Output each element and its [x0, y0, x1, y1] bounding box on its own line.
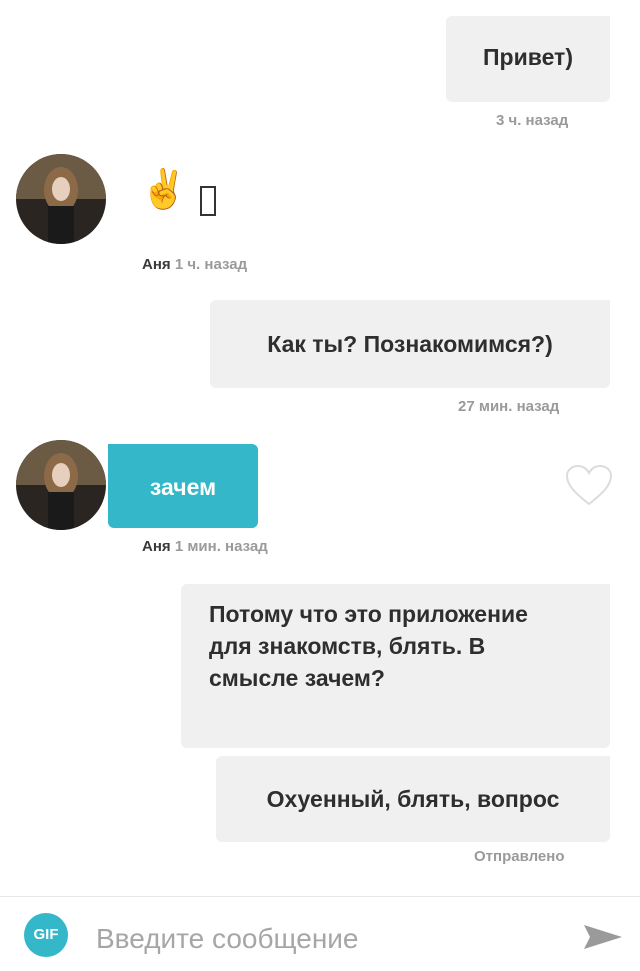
message-timestamp: 1 мин. назад — [174, 538, 268, 555]
message-text: зачем — [149, 474, 217, 500]
missing-glyph-icon — [200, 186, 216, 216]
message-meta: Аня 1 мин. назад — [142, 538, 268, 555]
heart-icon[interactable] — [565, 464, 613, 506]
outgoing-message-bubble[interactable]: Охуенный, блять, вопрос — [216, 756, 610, 842]
peace-emoji: ✌️ — [140, 169, 188, 211]
outgoing-message-bubble[interactable]: Потому что это приложение для знакомств,… — [181, 584, 610, 748]
message-input[interactable] — [96, 919, 556, 959]
incoming-message-bubble[interactable]: зачем — [108, 444, 258, 528]
message-text: Как ты? Познакомимся?) — [267, 331, 553, 357]
send-icon[interactable] — [582, 919, 624, 955]
avatar[interactable] — [16, 440, 106, 530]
gif-button[interactable]: GIF — [24, 913, 68, 957]
outgoing-message-bubble[interactable]: Как ты? Познакомимся?) — [210, 300, 610, 388]
sender-name: Аня — [142, 538, 171, 555]
message-timestamp: 3 ч. назад — [496, 112, 569, 129]
avatar-photo — [16, 154, 106, 244]
message-status: Отправлено — [474, 848, 565, 865]
message-text: Привет) — [483, 44, 573, 70]
avatar[interactable] — [16, 154, 106, 244]
message-timestamp: 1 ч. назад — [174, 256, 248, 273]
message-timestamp: 27 мин. назад — [458, 398, 560, 415]
message-meta: Аня 1 ч. назад — [142, 256, 247, 273]
sender-name: Аня — [142, 256, 171, 273]
avatar-photo — [16, 440, 106, 530]
message-composer: GIF — [0, 896, 640, 971]
gif-icon: GIF — [33, 926, 59, 943]
message-text: Охуенный, блять, вопрос — [266, 786, 560, 812]
message-text: Потому что это приложение для знакомств,… — [209, 601, 528, 691]
outgoing-message-bubble[interactable]: Привет) — [446, 16, 610, 102]
